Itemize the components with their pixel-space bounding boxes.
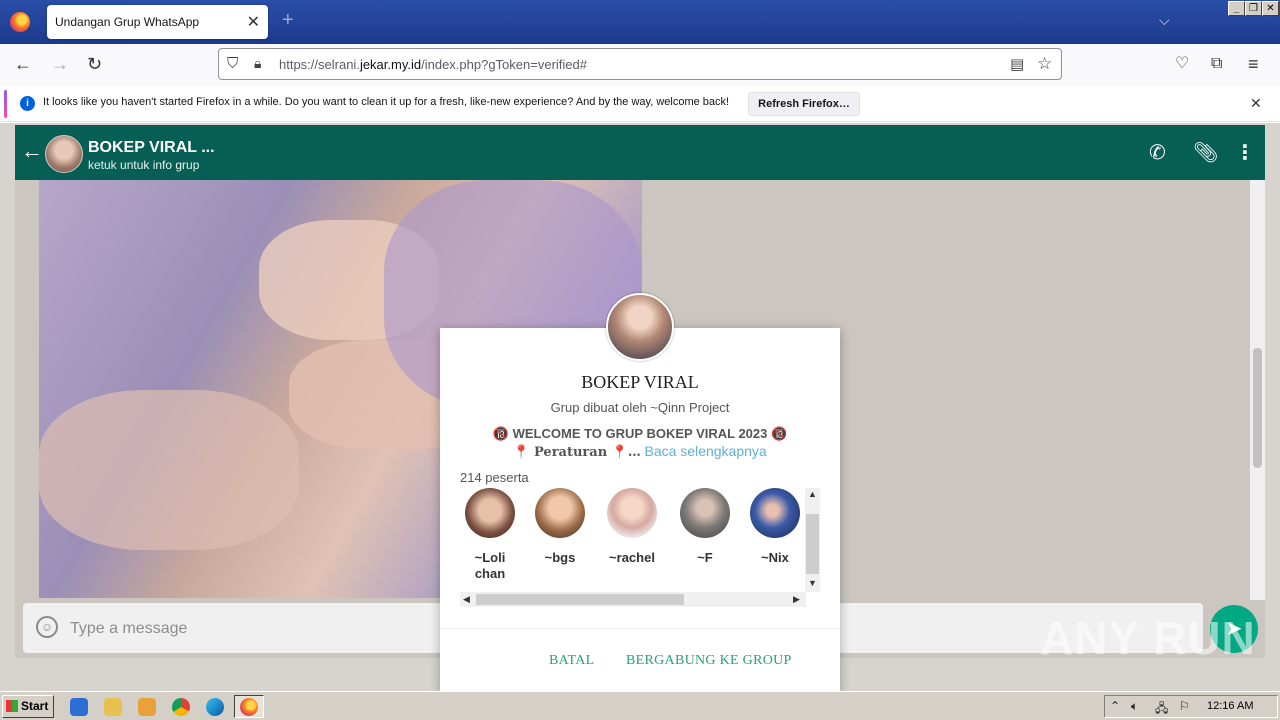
firefox-notification-bar: i It looks like you haven't started Fire… — [0, 86, 1280, 122]
members-vertical-scrollbar[interactable]: ▲ ▼ — [805, 488, 820, 592]
chrome-icon[interactable] — [172, 698, 190, 716]
browser-tab-strip: Undangan Grup WhatsApp ✕ + ⌵ _ ❐ ✕ — [0, 0, 1280, 44]
anyrun-watermark: ANY RUN — [1040, 612, 1256, 664]
url-suffix: /index.php?gToken=verified# — [421, 57, 587, 72]
list-item[interactable]: ~Nix — [745, 488, 805, 566]
list-item[interactable]: ~Loli chan — [460, 488, 520, 582]
list-item[interactable]: ~rachel — [602, 488, 662, 566]
avatar — [680, 488, 730, 538]
group-invite-dialog: BOKEP VIRAL Grup dibuat oleh ~Qinn Proje… — [440, 328, 840, 692]
rules-label: 📍 Peraturan 📍… — [513, 445, 641, 460]
scroll-up-icon[interactable]: ▲ — [808, 489, 817, 499]
avatar — [535, 488, 585, 538]
divider — [440, 628, 840, 629]
pocket-icon[interactable]: ♡ — [1175, 54, 1189, 74]
whatsapp-chat-header[interactable]: ← BOKEP VIRAL ... ketuk untuk info grup … — [15, 125, 1265, 180]
navigation-toolbar: ← → ↻ ⛉ 🔒︎ https://selrani.jekar.my.id/i… — [0, 44, 1280, 86]
reader-view-icon[interactable]: ▤ — [1010, 55, 1024, 73]
tray-expand-icon[interactable]: ⌃ — [1110, 699, 1120, 713]
members-horizontal-scrollbar[interactable]: ◀ ▶ — [460, 592, 806, 607]
minimize-window-button[interactable]: _ — [1228, 1, 1245, 16]
start-button[interactable]: Start — [2, 695, 54, 718]
windows-taskbar: Start ⌃ 🔈︎ 🖧︎ ⚐ 12:16 AM — [0, 691, 1280, 720]
group-rules-line: 📍 Peraturan 📍… Baca selengkapnya — [440, 443, 840, 460]
back-arrow-icon[interactable]: ← — [21, 139, 43, 163]
volume-icon[interactable]: 🔈︎ — [1131, 699, 1138, 714]
internet-explorer-icon[interactable] — [70, 698, 88, 716]
cancel-button[interactable]: BATAL — [549, 653, 595, 669]
network-icon[interactable]: 🖧︎ — [1155, 699, 1168, 720]
scroll-left-icon[interactable]: ◀ — [463, 594, 470, 605]
avatar — [750, 488, 800, 538]
group-creator-text: Grup dibuat oleh ~Qinn Project — [550, 400, 730, 415]
member-name: ~bgs — [544, 550, 576, 565]
browser-tab[interactable]: Undangan Grup WhatsApp ✕ — [47, 5, 268, 39]
read-more-link[interactable]: Baca selengkapnya — [645, 443, 767, 459]
action-center-flag-icon[interactable]: ⚐ — [1179, 699, 1190, 713]
refresh-firefox-button[interactable]: Refresh Firefox… — [748, 92, 860, 116]
url-prefix: https://selrani. — [279, 57, 360, 72]
media-player-icon[interactable] — [138, 698, 156, 716]
members-list: ~Loli chan ~bgs ~rachel ~F ~Nix — [460, 486, 808, 590]
url-text[interactable]: https://selrani.jekar.my.id/index.php?gT… — [279, 57, 587, 72]
notification-accent — [4, 90, 7, 118]
close-window-button[interactable]: ✕ — [1262, 1, 1279, 16]
url-domain: jekar.my.id — [359, 57, 422, 72]
member-name: ~Loli chan — [474, 550, 506, 581]
scroll-down-icon[interactable]: ▼ — [808, 578, 817, 588]
restore-window-button[interactable]: ❐ — [1245, 1, 1262, 16]
extensions-icon[interactable]: ⧉ — [1211, 54, 1222, 74]
list-item[interactable]: ~bgs — [530, 488, 590, 566]
participant-count: 214 peserta — [460, 470, 529, 485]
start-label: Start — [21, 699, 49, 713]
hamburger-menu-icon[interactable]: ≡ — [1248, 54, 1259, 74]
firefox-logo-icon — [10, 12, 30, 32]
phone-icon[interactable]: ✆ — [1149, 143, 1166, 163]
emoji-icon[interactable]: ☺ — [36, 616, 58, 638]
member-name: ~F — [697, 550, 713, 565]
new-tab-icon[interactable]: + — [282, 10, 294, 30]
avatar — [465, 488, 515, 538]
more-options-icon[interactable]: ⋮ — [1235, 143, 1255, 163]
group-subtitle[interactable]: ketuk untuk info grup — [88, 158, 199, 172]
message-input[interactable]: Type a message — [70, 620, 187, 638]
join-group-button[interactable]: BERGABUNG KE GROUP — [626, 653, 792, 669]
lock-icon[interactable]: 🔒︎ — [254, 55, 261, 72]
url-bar[interactable]: ⛉ 🔒︎ https://selrani.jekar.my.id/index.p… — [218, 48, 1062, 80]
system-tray: ⌃ 🔈︎ 🖧︎ ⚐ 12:16 AM — [1104, 695, 1278, 718]
scrollbar-thumb[interactable] — [806, 514, 819, 574]
back-arrow-icon[interactable]: ← — [14, 54, 32, 74]
tab-title: Undangan Grup WhatsApp — [55, 15, 200, 29]
firefox-icon — [240, 698, 258, 716]
member-name: ~Nix — [761, 550, 789, 565]
clock[interactable]: 12:16 AM — [1207, 700, 1253, 712]
reload-icon[interactable]: ↻ — [87, 54, 102, 74]
paperclip-icon[interactable]: 📎︎ — [1193, 143, 1218, 163]
forward-arrow-icon[interactable]: → — [51, 54, 69, 74]
windows-logo-icon — [6, 700, 18, 712]
edge-icon[interactable] — [206, 698, 224, 716]
group-name[interactable]: BOKEP VIRAL ... — [88, 139, 215, 157]
scrollbar-thumb[interactable] — [476, 594, 684, 605]
notification-text: It looks like you haven't started Firefo… — [43, 96, 730, 108]
member-name: ~rachel — [609, 550, 655, 565]
list-item[interactable]: ~F — [675, 488, 735, 566]
dialog-group-title: BOKEP VIRAL — [581, 372, 699, 392]
scroll-right-icon[interactable]: ▶ — [793, 594, 800, 605]
chat-scrollbar[interactable] — [1250, 180, 1265, 600]
close-tab-icon[interactable]: ✕ — [247, 12, 260, 32]
avatar — [607, 488, 657, 538]
bookmark-star-icon[interactable]: ☆ — [1037, 54, 1052, 74]
info-icon: i — [20, 96, 35, 111]
file-explorer-icon[interactable] — [104, 698, 122, 716]
close-notification-icon[interactable]: ✕ — [1250, 95, 1262, 112]
firefox-taskbar-button[interactable] — [234, 695, 264, 718]
shield-icon[interactable]: ⛉ — [227, 55, 238, 72]
dialog-group-avatar — [606, 293, 674, 361]
group-description: 🔞 WELCOME TO GRUP BOKEP VIRAL 2023 🔞 — [492, 426, 788, 441]
group-avatar[interactable] — [45, 135, 83, 173]
list-tabs-chevron-icon[interactable]: ⌵ — [1159, 12, 1170, 29]
